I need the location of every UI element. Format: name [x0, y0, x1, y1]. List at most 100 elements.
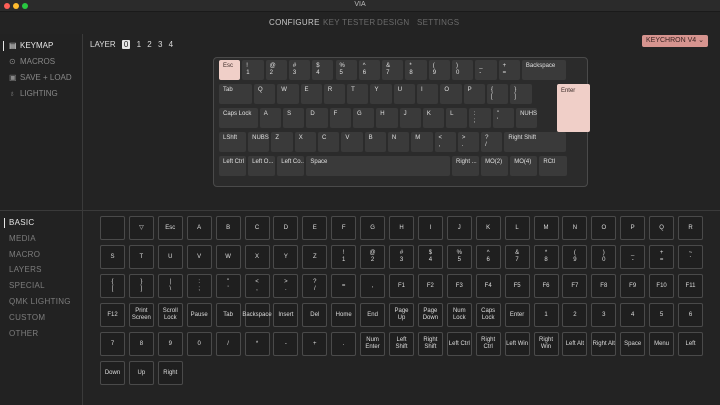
kb-key[interactable]: } ]	[510, 84, 532, 104]
keycode-button[interactable]: " '	[215, 274, 241, 298]
kb-key[interactable]: Right ...	[452, 156, 480, 176]
sidebar-item-save-load[interactable]: ▣ SAVE + LOAD	[0, 71, 83, 85]
keycode-button[interactable]: Tab	[215, 303, 241, 327]
kb-key[interactable]: Y	[370, 84, 392, 104]
keycode-button[interactable]: F8	[591, 274, 617, 298]
kb-key[interactable]: C	[318, 132, 340, 152]
sidebar-item-keymap[interactable]: ▤ KEYMAP	[0, 39, 83, 53]
keycode-button[interactable]: % 5	[446, 245, 472, 269]
keycode-button[interactable]: W	[215, 245, 241, 269]
category-special[interactable]: SPECIAL	[0, 279, 83, 293]
keycode-button[interactable]: /	[215, 332, 241, 356]
keycode-button[interactable]: 2	[562, 303, 588, 327]
keycode-button[interactable]: 5	[649, 303, 675, 327]
keycode-button[interactable]: F4	[475, 274, 501, 298]
kb-key[interactable]: _ -	[475, 60, 497, 80]
kb-key[interactable]: ! 1	[242, 60, 264, 80]
tab-key-tester[interactable]: KEY TESTER	[323, 18, 376, 27]
category-macro[interactable]: MACRO	[0, 248, 83, 262]
keycode-button[interactable]: ( 9	[562, 245, 588, 269]
kb-key[interactable]: Left Ctrl	[219, 156, 247, 176]
layer-0[interactable]: 0	[121, 40, 131, 49]
keycode-button[interactable]: & 7	[504, 245, 530, 269]
keycode-button[interactable]: C	[244, 216, 270, 240]
kb-key[interactable]: F	[329, 108, 351, 128]
keycode-button[interactable]: Pause	[186, 303, 212, 327]
keycode-button[interactable]: Y	[273, 245, 299, 269]
kb-key[interactable]: R	[323, 84, 346, 104]
kb-key[interactable]: ( 9	[428, 60, 450, 80]
keycode-button[interactable]: Left Win	[504, 332, 530, 356]
kb-key[interactable]: K	[422, 108, 445, 128]
keycode-button[interactable]: E	[302, 216, 328, 240]
kb-key[interactable]: W	[277, 84, 299, 104]
keycode-button[interactable]: Right Shift	[417, 332, 443, 356]
kb-key[interactable]: : ;	[469, 108, 491, 128]
keycode-button[interactable]: Right Win	[533, 332, 559, 356]
keycode-button[interactable]: P	[620, 216, 646, 240]
keycode-button[interactable]: L	[504, 216, 530, 240]
kb-key[interactable]: LShft	[219, 132, 247, 152]
keycode-button[interactable]: ▽	[128, 216, 154, 240]
kb-key[interactable]: H	[376, 108, 398, 128]
keycode-button[interactable]: Right Ctrl	[475, 332, 501, 356]
keycode-button[interactable]: 7	[100, 332, 125, 356]
layer-1[interactable]: 1	[137, 40, 141, 49]
kb-key[interactable]: Backspace	[521, 60, 567, 80]
keycode-button[interactable]: Caps Lock	[475, 303, 501, 327]
keycode-button[interactable]: Right Alt	[591, 332, 617, 356]
keycode-button[interactable]: -	[273, 332, 299, 356]
kb-key[interactable]: Right Shift	[504, 132, 567, 152]
kb-key[interactable]: Q	[253, 84, 276, 104]
kb-key[interactable]: B	[364, 132, 386, 152]
kb-key[interactable]: O	[440, 84, 462, 104]
kb-key[interactable]: J	[399, 108, 421, 128]
keycode-button[interactable]: F11	[678, 274, 703, 298]
kb-key[interactable]: G	[352, 108, 375, 128]
keycode-button[interactable]: Esc	[157, 216, 183, 240]
keycode-button[interactable]: =	[331, 274, 357, 298]
keycode-button[interactable]: Menu	[649, 332, 675, 356]
category-qmk-lighting[interactable]: QMK LIGHTING	[0, 295, 83, 309]
keycode-button[interactable]: T	[128, 245, 154, 269]
keycode-button[interactable]: B	[215, 216, 241, 240]
kb-key[interactable]: D	[306, 108, 328, 128]
keycode-button[interactable]: +	[302, 332, 328, 356]
kb-key[interactable]: { [	[486, 84, 509, 104]
layer-2[interactable]: 2	[147, 40, 151, 49]
keycode-button[interactable]: 3	[591, 303, 617, 327]
keycode-button[interactable]: Right	[157, 361, 183, 385]
keycode-button[interactable]: F10	[649, 274, 675, 298]
keycode-button[interactable]: : ;	[186, 274, 212, 298]
keycode-button[interactable]: O	[591, 216, 617, 240]
kb-key[interactable]: E	[300, 84, 322, 104]
kb-key[interactable]: & 7	[382, 60, 404, 80]
kb-key[interactable]: @ 2	[265, 60, 287, 80]
tab-configure[interactable]: CONFIGURE	[269, 18, 320, 27]
kb-key[interactable]: " '	[492, 108, 515, 128]
category-basic[interactable]: BASIC	[0, 216, 83, 230]
kb-key[interactable]: Space	[306, 156, 450, 176]
kb-key[interactable]: + =	[498, 60, 520, 80]
keycode-button[interactable]: | \	[157, 274, 183, 298]
keycode-button[interactable]	[100, 216, 125, 240]
kb-key-enter[interactable]: Enter	[556, 84, 590, 132]
layer-4[interactable]: 4	[169, 40, 173, 49]
keycode-button[interactable]: *	[244, 332, 270, 356]
category-layers[interactable]: LAYERS	[0, 263, 83, 277]
keycode-button[interactable]: Left Shift	[389, 332, 414, 356]
kb-key[interactable]: % 5	[335, 60, 357, 80]
kb-key[interactable]: V	[341, 132, 363, 152]
keycode-button[interactable]: N	[562, 216, 588, 240]
keycode-button[interactable]: > .	[273, 274, 299, 298]
keycode-button[interactable]: U	[157, 245, 183, 269]
keycode-button[interactable]: R	[678, 216, 703, 240]
kb-key[interactable]: * 8	[405, 60, 427, 80]
keycode-button[interactable]: ? /	[302, 274, 328, 298]
kb-key[interactable]: I	[417, 84, 439, 104]
keycode-button[interactable]: 6	[678, 303, 703, 327]
keycode-button[interactable]: V	[186, 245, 212, 269]
keycode-button[interactable]: Left Alt	[562, 332, 588, 356]
kb-key[interactable]: NUHS	[516, 108, 538, 128]
keycode-button[interactable]: Z	[302, 245, 328, 269]
